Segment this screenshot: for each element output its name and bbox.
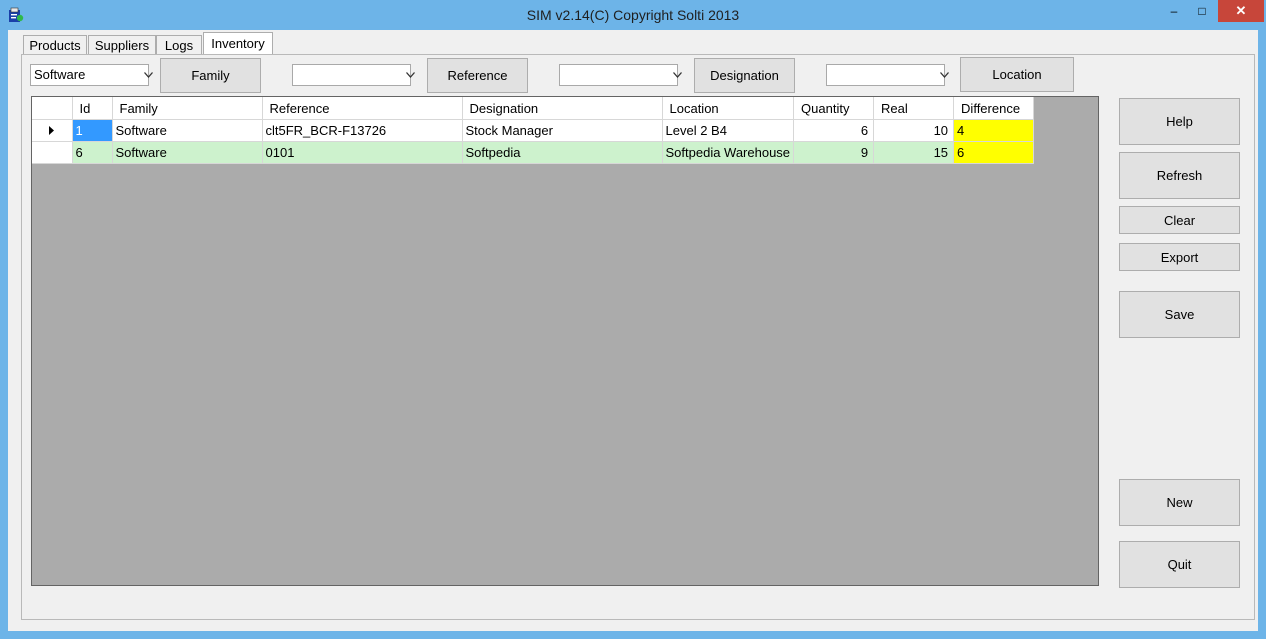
cell-quantity[interactable]: 6 — [793, 119, 875, 142]
tab-products[interactable]: Products — [23, 35, 87, 56]
cell-id[interactable]: 1 — [72, 119, 113, 142]
cell-designation[interactable]: Stock Manager — [462, 119, 663, 142]
cell-family[interactable]: Software — [112, 141, 263, 164]
help-button[interactable]: Help — [1119, 98, 1240, 145]
current-row-arrow-icon — [48, 123, 55, 138]
cell-real[interactable]: 10 — [873, 119, 955, 142]
app-window: SIM v2.14(C) Copyright Solti 2013 – □ ✕ … — [0, 0, 1266, 639]
new-button[interactable]: New — [1119, 479, 1240, 526]
refresh-button[interactable]: Refresh — [1119, 152, 1240, 199]
client-area: Products Suppliers Logs Inventory Softwa… — [8, 30, 1258, 631]
inventory-table: Id Family Reference Designation Location… — [32, 97, 1035, 164]
cell-designation[interactable]: Softpedia — [462, 141, 663, 164]
minimize-button[interactable]: – — [1160, 0, 1188, 22]
column-header-location[interactable]: Location — [662, 97, 795, 120]
tab-suppliers[interactable]: Suppliers — [88, 35, 156, 56]
column-header-quantity[interactable]: Quantity — [793, 97, 875, 120]
row-header[interactable] — [32, 141, 73, 164]
quit-button[interactable]: Quit — [1119, 541, 1240, 588]
cell-difference[interactable]: 6 — [953, 141, 1035, 164]
family-filter-select[interactable]: Software — [30, 64, 153, 86]
family-filter-value: Software — [34, 67, 86, 82]
cell-family[interactable]: Software — [112, 119, 263, 142]
reference-filter-select[interactable] — [292, 64, 415, 86]
reference-button[interactable]: Reference — [427, 58, 528, 93]
cell-location[interactable]: Level 2 B4 — [662, 119, 795, 142]
column-header-id[interactable]: Id — [72, 97, 113, 120]
grid-header-row: Id Family Reference Designation Location… — [32, 97, 1035, 120]
column-header-real[interactable]: Real — [873, 97, 955, 120]
location-filter-select[interactable] — [826, 64, 949, 86]
cell-real[interactable]: 15 — [873, 141, 955, 164]
location-button[interactable]: Location — [960, 57, 1074, 92]
close-button[interactable]: ✕ — [1218, 0, 1264, 22]
title-bar[interactable]: SIM v2.14(C) Copyright Solti 2013 – □ ✕ — [0, 0, 1266, 30]
cell-quantity[interactable]: 9 — [793, 141, 875, 164]
tab-logs[interactable]: Logs — [156, 35, 202, 56]
column-header-designation[interactable]: Designation — [462, 97, 663, 120]
inventory-grid[interactable]: Id Family Reference Designation Location… — [31, 96, 1099, 586]
inventory-panel: Software Family Reference Designation Lo… — [21, 54, 1255, 620]
grid-corner-header[interactable] — [32, 97, 73, 120]
cell-location[interactable]: Softpedia Warehouse — [662, 141, 795, 164]
column-header-difference[interactable]: Difference — [953, 97, 1035, 120]
table-row[interactable]: 1 Software clt5FR_BCR-F13726 Stock Manag… — [32, 119, 1035, 142]
column-header-reference[interactable]: Reference — [262, 97, 463, 120]
window-title: SIM v2.14(C) Copyright Solti 2013 — [526, 7, 740, 23]
cell-reference[interactable]: clt5FR_BCR-F13726 — [262, 119, 463, 142]
column-header-family[interactable]: Family — [112, 97, 263, 120]
cell-reference[interactable]: 0101 — [262, 141, 463, 164]
maximize-button[interactable]: □ — [1188, 0, 1216, 22]
family-button[interactable]: Family — [160, 58, 261, 93]
export-button[interactable]: Export — [1119, 243, 1240, 271]
cell-id[interactable]: 6 — [72, 141, 113, 164]
clear-button[interactable]: Clear — [1119, 206, 1240, 234]
designation-button[interactable]: Designation — [694, 58, 795, 93]
designation-filter-select[interactable] — [559, 64, 682, 86]
cell-difference[interactable]: 4 — [953, 119, 1035, 142]
table-row[interactable]: 6 Software 0101 Softpedia Softpedia Ware… — [32, 141, 1035, 164]
row-header[interactable] — [32, 119, 73, 142]
save-button[interactable]: Save — [1119, 291, 1240, 338]
